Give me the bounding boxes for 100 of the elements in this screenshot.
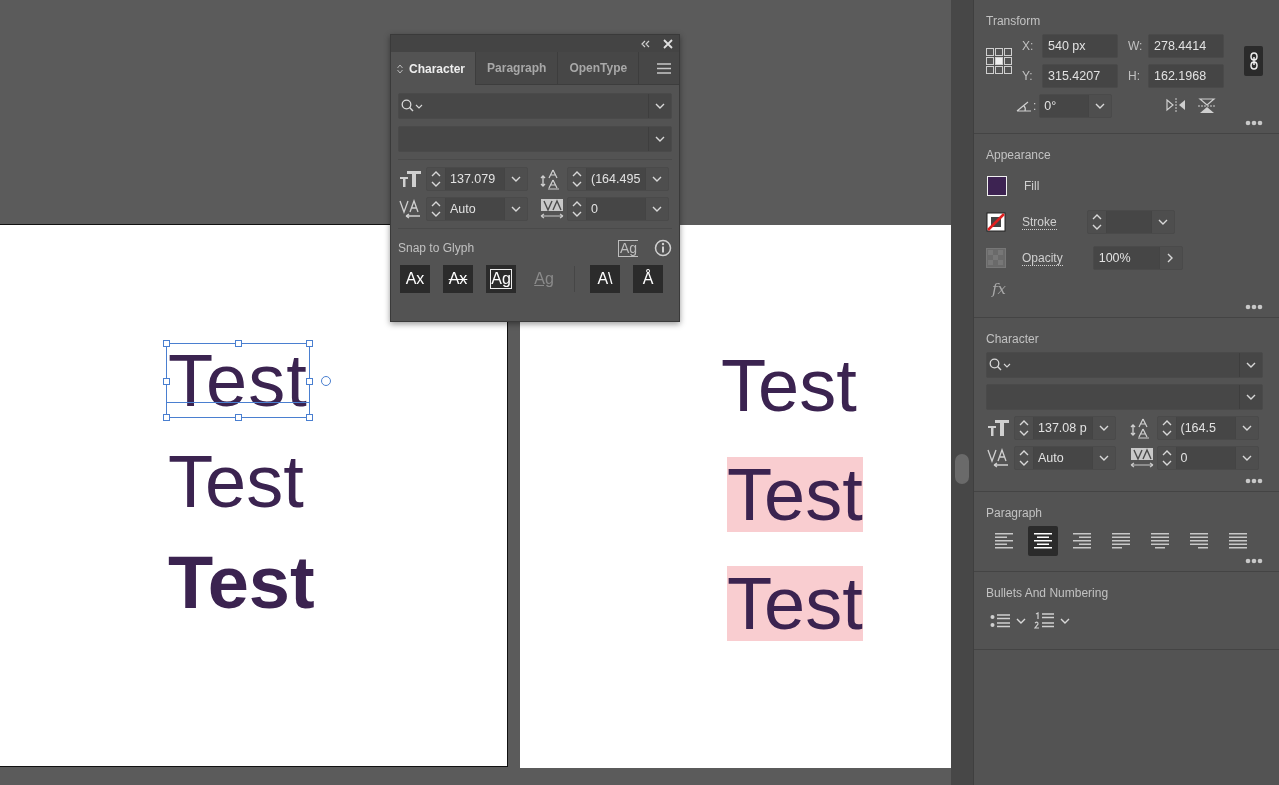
- font-field[interactable]: [987, 353, 1240, 377]
- chevron-icon: [1016, 618, 1026, 624]
- text-object[interactable]: Test: [721, 348, 857, 423]
- chevron-icon: [652, 176, 662, 182]
- panel-tab[interactable]: Paragraph: [476, 52, 559, 84]
- chevron-icon: [1246, 394, 1256, 400]
- constrain-button[interactable]: [1244, 46, 1263, 76]
- stroke-swatch-icon: [986, 212, 1006, 232]
- chevron-icon: [1161, 420, 1172, 426]
- resize-handle[interactable]: [305, 414, 313, 421]
- text-object[interactable]: Test: [166, 545, 317, 620]
- bullet-list-button[interactable]: [990, 612, 1026, 630]
- spin-field[interactable]: 137.079: [426, 167, 528, 191]
- value-field[interactable]: 0: [1176, 447, 1236, 469]
- collapse-icon: [641, 39, 651, 48]
- spin-field[interactable]: 137.08 p: [1014, 416, 1116, 440]
- value-field[interactable]: 278.4414: [1148, 34, 1224, 58]
- panel-tab[interactable]: OpenType: [558, 52, 640, 84]
- scroll-thumb[interactable]: [955, 454, 969, 484]
- more-icon: [1245, 558, 1263, 564]
- value-field[interactable]: (164.495: [587, 168, 646, 190]
- resize-handle[interactable]: [163, 340, 170, 347]
- flip-horizontal-icon: [1166, 98, 1187, 112]
- chevron-icon: [1099, 425, 1109, 431]
- opacity-link[interactable]: Opacity: [1022, 250, 1063, 266]
- font-combo-field[interactable]: [398, 93, 672, 119]
- field-label: :: [1033, 99, 1037, 113]
- align-icon: [1073, 533, 1091, 549]
- glyph-button[interactable]: Ag: [617, 239, 638, 257]
- spin-field[interactable]: (164.495: [567, 167, 669, 191]
- font-field[interactable]: [399, 94, 649, 118]
- value-field[interactable]: 0: [587, 198, 646, 220]
- text-object[interactable]: Test: [727, 457, 863, 532]
- text-object[interactable]: Test: [166, 444, 306, 519]
- value-field[interactable]: 137.08 p: [1034, 417, 1093, 439]
- text-object[interactable]: Test: [727, 566, 863, 641]
- resize-handle[interactable]: [234, 414, 242, 421]
- value-field[interactable]: 315.4207: [1042, 64, 1118, 88]
- rotation-field[interactable]: 0°: [1039, 94, 1113, 118]
- resize-handle[interactable]: [305, 377, 313, 385]
- spin-field[interactable]: Auto: [426, 197, 528, 221]
- align-icon: [995, 533, 1013, 549]
- link-icon: [1248, 52, 1259, 70]
- chevron-icon: [1167, 253, 1175, 263]
- stroke-weight-field[interactable]: [1086, 210, 1175, 234]
- search-icon: [989, 358, 1013, 372]
- numbered-list-icon: [1034, 612, 1056, 630]
- font-combo-field[interactable]: [398, 126, 672, 152]
- resize-handle[interactable]: [163, 414, 170, 421]
- value-field[interactable]: Auto: [446, 198, 505, 220]
- chevron-icon: [655, 136, 665, 142]
- spin-field[interactable]: Auto: [1014, 446, 1116, 470]
- checkerboard-icon: [986, 248, 1006, 268]
- chevron-icon: [1091, 224, 1102, 230]
- spin-field[interactable]: (164.5: [1156, 416, 1259, 440]
- section-title: Transform: [986, 14, 1042, 28]
- chevron-icon: [1091, 214, 1102, 220]
- text-object[interactable]: Test: [166, 343, 310, 418]
- opacity-field[interactable]: 100%: [1092, 246, 1183, 270]
- close-icon: [663, 38, 673, 49]
- spin-field[interactable]: 0: [567, 197, 669, 221]
- value-field[interactable]: 540 px: [1042, 34, 1118, 58]
- value-field[interactable]: 100%: [1093, 247, 1160, 269]
- text-thread-handle[interactable]: [320, 375, 331, 386]
- chevron-icon: [1099, 455, 1109, 461]
- snap-button[interactable]: Ag: [486, 265, 516, 293]
- snap-button[interactable]: Ax: [443, 265, 473, 293]
- chevron-icon: [652, 206, 662, 212]
- spin-field[interactable]: 0: [1156, 446, 1259, 470]
- value-field[interactable]: 162.1968: [1148, 64, 1224, 88]
- panel-tab[interactable]: Character: [391, 52, 477, 85]
- bullet-list-icon: [990, 613, 1012, 629]
- chevron-icon: [1095, 103, 1106, 109]
- font-size-icon: [398, 169, 424, 189]
- chevron-icon: [1241, 455, 1252, 461]
- chevron-icon: [1241, 425, 1252, 431]
- align-button[interactable]: [1028, 526, 1058, 556]
- value-field[interactable]: 137.079: [446, 168, 505, 190]
- snap-button[interactable]: Ax: [400, 265, 430, 293]
- chevron-icon: [1161, 450, 1172, 456]
- reference-point-icon: [986, 48, 1012, 74]
- align-icon: [1034, 533, 1052, 549]
- resize-handle[interactable]: [163, 377, 170, 385]
- numbered-list-button[interactable]: [1034, 612, 1070, 630]
- snap-button[interactable]: Å: [633, 265, 663, 293]
- font-combo-field[interactable]: [986, 352, 1263, 378]
- resize-handle[interactable]: [305, 340, 313, 347]
- resize-handle[interactable]: [234, 340, 242, 347]
- font-combo-field[interactable]: [986, 384, 1263, 410]
- tracking-icon: [539, 198, 565, 220]
- value-field[interactable]: (164.5: [1176, 417, 1236, 439]
- align-icon: [1190, 533, 1208, 549]
- stroke-link[interactable]: Stroke: [1022, 214, 1057, 230]
- snap-button[interactable]: A\: [590, 265, 620, 293]
- value-field[interactable]: Auto: [1034, 447, 1093, 469]
- more-icon: [1245, 304, 1263, 310]
- section-label: Snap to Glyph: [398, 241, 476, 255]
- section-title: Paragraph: [986, 506, 1044, 520]
- value-field[interactable]: 0°: [1040, 95, 1090, 117]
- fill-swatch[interactable]: [987, 176, 1007, 196]
